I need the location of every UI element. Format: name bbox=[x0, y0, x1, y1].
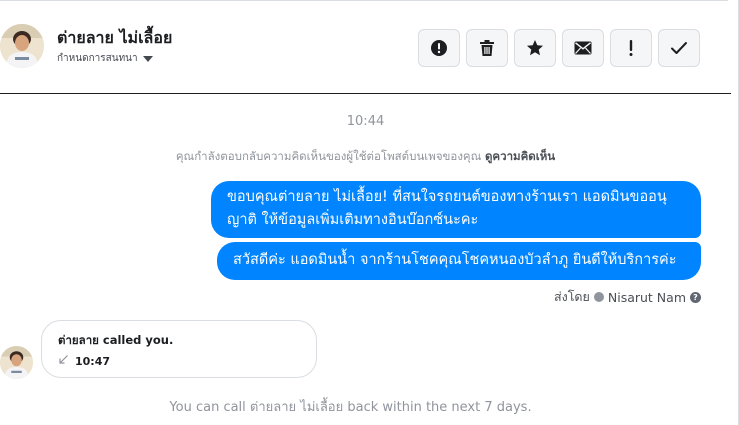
sent-message-bubble[interactable]: ขอบคุณต่ายลาย ไม่เลื้อย! ที่สนใจรถยนต์ขอ… bbox=[211, 181, 701, 238]
call-title: ต่ายลาย called you. bbox=[58, 333, 174, 347]
conversation-header: ต่ายลาย ไม่เลื้อย กำหนดการสนทนา bbox=[0, 0, 731, 94]
conversation-settings-label: กำหนดการสนทนา bbox=[57, 53, 138, 64]
alert-circle-icon bbox=[431, 40, 447, 56]
contact-avatar[interactable] bbox=[0, 24, 44, 68]
trash-icon bbox=[480, 40, 494, 56]
missed-call-card[interactable]: ต่ายลาย called you. 10:47 bbox=[41, 320, 317, 378]
delete-button[interactable] bbox=[466, 29, 508, 67]
star-button[interactable] bbox=[514, 29, 556, 67]
message-timestamp: 10:44 bbox=[346, 114, 385, 129]
contact-avatar-small[interactable] bbox=[0, 346, 33, 379]
sent-by-label: ส่งโดย bbox=[553, 289, 590, 304]
incoming-call-arrow-icon bbox=[59, 355, 68, 364]
callback-notice: You can call ต่ายลาย ไม่เลื้อย back with… bbox=[169, 400, 532, 415]
help-icon[interactable]: ? bbox=[690, 291, 701, 303]
sent-by-info: ส่งโดย Nisarut Nam ? bbox=[554, 287, 701, 307]
call-time: 10:47 bbox=[75, 355, 111, 368]
exclamation-icon bbox=[629, 40, 633, 56]
sent-message-bubble[interactable]: สวัสดีค่ะ แอดมินน้ำ จากร้านโชคคุณโชคหนอง… bbox=[217, 242, 701, 280]
envelope-icon bbox=[574, 41, 592, 55]
mark-spam-button[interactable] bbox=[418, 29, 460, 67]
sender-name: Nisarut Nam bbox=[607, 289, 686, 305]
contact-name: ต่ายลาย ไม่เลื้อย bbox=[57, 28, 173, 47]
view-comment-link[interactable]: ดูความคิดเห็น bbox=[485, 149, 555, 163]
caret-down-icon bbox=[142, 55, 153, 62]
verified-badge-icon bbox=[593, 292, 604, 302]
comment-reply-notice: คุณกำลังตอบกลับความคิดเห็นของผู้ใช้ต่อโพ… bbox=[0, 148, 731, 166]
mark-unread-button[interactable] bbox=[562, 29, 604, 67]
conversation-settings-dropdown[interactable]: กำหนดการสนทนา bbox=[57, 51, 153, 66]
mark-done-button[interactable] bbox=[658, 29, 700, 67]
header-actions bbox=[418, 29, 700, 67]
checkmark-icon bbox=[671, 42, 687, 54]
notice-text: คุณกำลังตอบกลับความคิดเห็นของผู้ใช้ต่อโพ… bbox=[175, 149, 482, 163]
follow-up-button[interactable] bbox=[610, 29, 652, 67]
star-icon bbox=[527, 40, 543, 56]
